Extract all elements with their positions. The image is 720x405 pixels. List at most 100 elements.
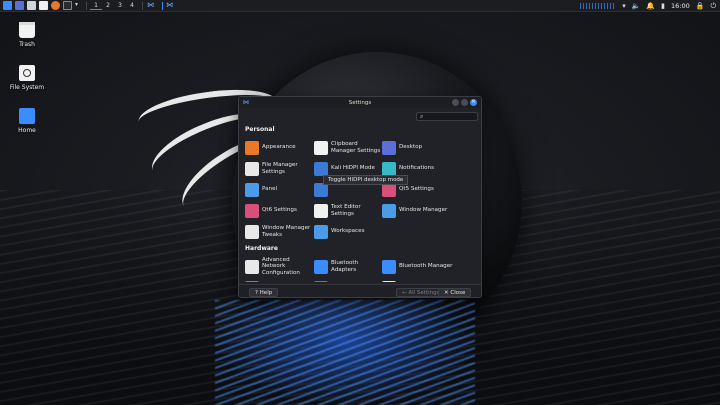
volume-icon[interactable]: 🔈 — [632, 2, 641, 10]
close-button[interactable]: ✕ — [470, 99, 477, 106]
window-manager-icon — [382, 203, 396, 218]
window-footer: ? Help ← All Settings ✕ Close — [239, 284, 481, 297]
firefox-icon[interactable] — [51, 1, 60, 10]
settings-item[interactable]: Panel — [245, 179, 314, 200]
settings-window: ⋈ Settings ✕ ⌕ Personal Appearance Clipbo… — [238, 96, 482, 298]
network-icon[interactable]: ▾ — [622, 2, 626, 10]
personal-settings-grid: Appearance Clipboard Manager Settings Desk… — [245, 137, 477, 242]
bluetooth-icon — [314, 259, 328, 274]
notifications-icon — [382, 161, 396, 176]
settings-item-label: Kali HiDPI Mode — [331, 165, 375, 172]
desktop-wallpaper-glow — [215, 300, 475, 405]
settings-item-label: Clipboard Manager Settings — [331, 141, 381, 154]
close-icon: ✕ — [444, 290, 449, 296]
section-title-personal: Personal — [245, 126, 275, 133]
text-editor-icon — [314, 203, 328, 218]
settings-item-label: Window Manager — [399, 207, 448, 214]
settings-item-label: Desktop — [399, 144, 423, 151]
settings-item-label: Text Editor Settings — [331, 204, 361, 217]
settings-item-label: Bluetooth Adapters — [331, 260, 359, 273]
settings-item[interactable]: Display — [314, 277, 382, 282]
help-button[interactable]: ? Help — [249, 288, 279, 297]
display-icon — [314, 280, 328, 282]
settings-item-label: Panel — [262, 186, 278, 193]
settings-item-label: Window Manager Tweaks — [262, 225, 311, 238]
settings-item[interactable]: Appearance — [245, 137, 314, 158]
settings-item-label: Qt5 Settings — [399, 186, 434, 193]
maximize-button[interactable] — [461, 99, 468, 106]
settings-item[interactable]: Desktop — [382, 137, 472, 158]
section-title-hardware: Hardware — [245, 245, 278, 252]
panel-icon — [245, 182, 259, 197]
notifications-icon[interactable]: 🔔 — [646, 2, 655, 10]
file-manager-icon[interactable] — [27, 1, 36, 10]
settings-window-task-icon[interactable]: ⋈ — [147, 1, 156, 10]
settings-item[interactable]: Text Editor Settings — [314, 200, 382, 221]
clipboard-icon — [314, 140, 328, 155]
desktop-icon-label: Home — [18, 127, 36, 134]
hardware-settings-grid: Advanced Network Configuration Bluetooth … — [245, 256, 477, 282]
settings-item-label: Appearance — [262, 144, 296, 151]
show-desktop-icon[interactable] — [15, 1, 24, 10]
battery-icon[interactable]: ▮ — [661, 2, 665, 10]
workspace-2[interactable]: 2 — [102, 2, 114, 9]
help-label: Help — [259, 290, 273, 296]
desktop-icon-label: File System — [9, 84, 45, 91]
workspace-4[interactable]: 4 — [126, 2, 138, 9]
workspaces-icon — [314, 224, 328, 239]
settings-item[interactable]: Advanced Network Configuration — [245, 256, 314, 277]
text-editor-icon[interactable] — [39, 1, 48, 10]
settings-item[interactable]: Keyboard — [382, 277, 472, 282]
folder-icon — [245, 161, 259, 176]
lock-icon[interactable]: 🔒 — [696, 2, 705, 10]
settings-item[interactable]: Window Manager — [382, 200, 472, 221]
window-task-icon[interactable]: ⋈ — [166, 1, 175, 10]
cpu-graph[interactable] — [580, 3, 617, 9]
arrow-left-icon: ← — [402, 290, 407, 296]
all-settings-label: All Settings — [408, 290, 440, 296]
panel-separator — [142, 1, 143, 10]
panel-separator — [86, 1, 87, 10]
drive-icon — [19, 65, 35, 81]
home-folder-icon — [19, 108, 35, 124]
close-window-button[interactable]: ✕ Close — [438, 288, 472, 297]
desktop-icon-file-system[interactable]: File System — [2, 65, 52, 91]
settings-item-label: Bluetooth Manager — [399, 263, 453, 270]
active-task-indicator — [162, 1, 163, 10]
settings-item-label: Qt6 Settings — [262, 207, 297, 214]
trash-icon — [19, 22, 35, 38]
settings-item-label: File Manager Settings — [262, 162, 298, 175]
settings-item[interactable]: Color Profiles — [245, 277, 314, 282]
terminal-icon[interactable] — [63, 1, 72, 10]
settings-content: Personal Appearance Clipboard Manager Set… — [245, 126, 477, 282]
desktop-icon-trash[interactable]: Trash — [2, 22, 52, 48]
settings-item[interactable]: Bluetooth Manager — [382, 256, 472, 277]
hidpi-icon — [314, 161, 328, 176]
tooltip: Toggle HiDPI desktop mode — [323, 175, 409, 185]
window-titlebar[interactable]: ⋈ Settings ✕ — [239, 97, 481, 108]
settings-item-label: Workspaces — [331, 228, 365, 235]
settings-item[interactable]: Window Manager Tweaks — [245, 221, 314, 242]
wm-tweaks-icon — [245, 224, 259, 239]
settings-item[interactable]: Workspaces — [314, 221, 382, 242]
desktop-icon-home[interactable]: Home — [2, 108, 52, 134]
chevron-down-icon[interactable]: ▾ — [75, 1, 80, 10]
keyboard-icon — [382, 280, 396, 282]
help-icon: ? — [255, 290, 258, 296]
settings-item[interactable]: File Manager Settings — [245, 158, 314, 179]
settings-item[interactable]: Qt6 Settings — [245, 200, 314, 221]
search-input[interactable]: ⌕ — [416, 112, 478, 121]
logout-icon[interactable]: ⏻ — [710, 2, 716, 11]
workspace-3[interactable]: 3 — [114, 2, 126, 9]
settings-item[interactable]: Clipboard Manager Settings — [314, 137, 382, 158]
clock[interactable]: 16:00 — [671, 2, 690, 10]
workspace-1[interactable]: 1 — [90, 2, 102, 10]
settings-item[interactable]: Bluetooth Adapters — [314, 256, 382, 277]
top-panel: ▾ 1 2 3 4 ⋈ ⋈ ▾ 🔈 🔔 ▮ 16:00 🔒 ⏻ — [0, 0, 720, 12]
window-buttons: ✕ — [452, 99, 477, 106]
settings-item-label: Advanced Network Configuration — [262, 256, 300, 276]
bluetooth-icon — [382, 259, 396, 274]
kali-menu-icon[interactable] — [3, 1, 12, 10]
minimize-button[interactable] — [452, 99, 459, 106]
appearance-icon — [245, 140, 259, 155]
